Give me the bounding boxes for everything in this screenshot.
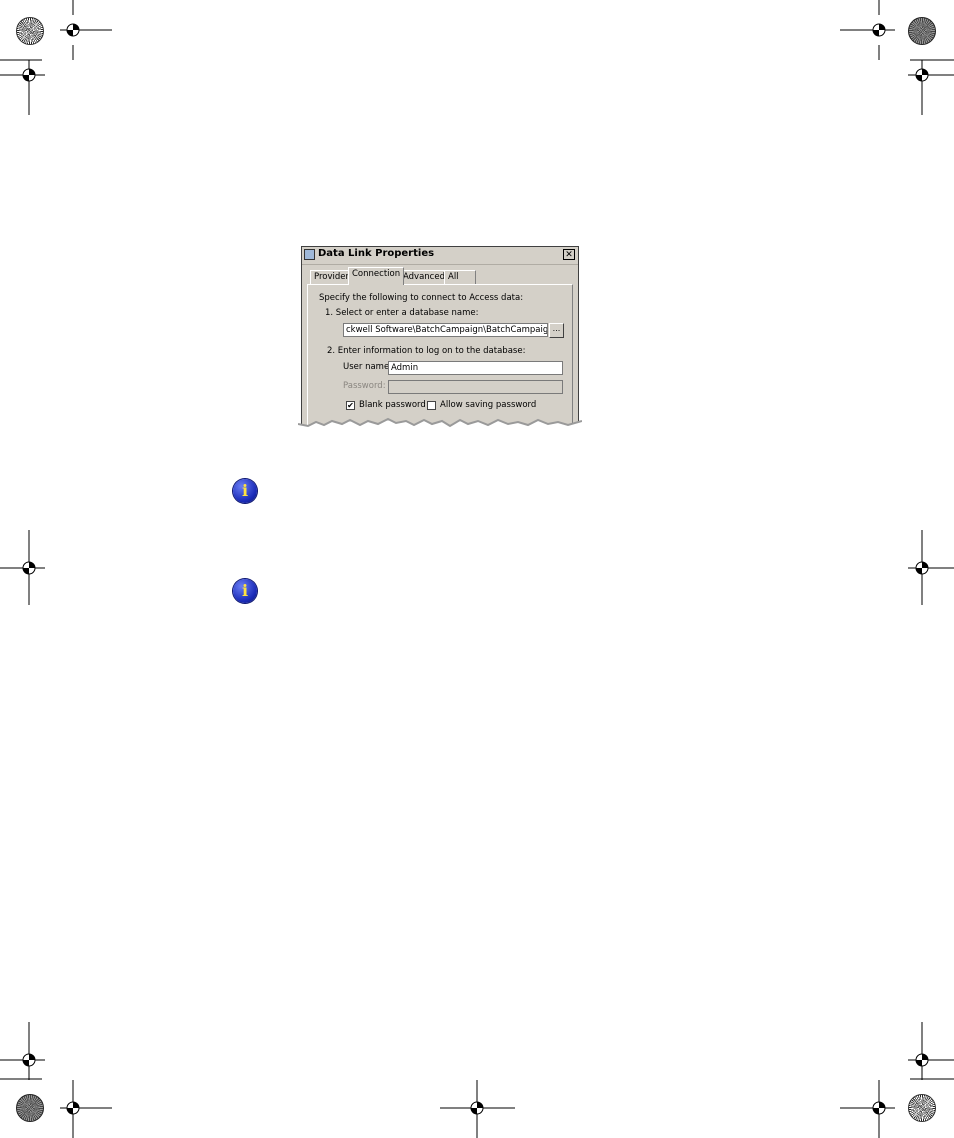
blank-password-label: Blank password xyxy=(359,400,426,410)
intro-text: Specify the following to connect to Acce… xyxy=(319,293,524,303)
torn-edge-effect xyxy=(298,417,582,438)
dialog-titlebar: Data Link Properties ✕ xyxy=(302,247,578,265)
tab-advanced[interactable]: Advanced xyxy=(399,270,449,284)
spiral-mark-icon xyxy=(16,17,44,45)
tab-connection[interactable]: Connection xyxy=(348,267,405,285)
password-input[interactable] xyxy=(388,380,563,394)
info-icon: i xyxy=(233,579,257,603)
spiral-mark-icon xyxy=(908,1094,936,1122)
allow-saving-password-checkbox[interactable] xyxy=(427,401,436,410)
info-icon: i xyxy=(233,479,257,503)
close-button[interactable]: ✕ xyxy=(563,249,575,260)
data-link-icon xyxy=(304,249,315,260)
data-link-properties-dialog: Data Link Properties ✕ Provider Connecti… xyxy=(301,246,579,432)
connection-panel: Specify the following to connect to Acce… xyxy=(307,284,573,431)
password-label: Password: xyxy=(343,381,386,391)
username-label: User name: xyxy=(343,362,393,372)
database-path-input[interactable]: ckwell Software\BatchCampaign\BatchCampa… xyxy=(343,323,548,337)
blank-password-checkbox[interactable]: ✔ xyxy=(346,401,355,410)
browse-button[interactable]: ... xyxy=(549,323,564,338)
spiral-mark-icon xyxy=(908,17,936,45)
step2-label: 2. Enter information to log on to the da… xyxy=(327,346,526,356)
tab-provider[interactable]: Provider xyxy=(310,270,353,284)
step1-label: 1. Select or enter a database name: xyxy=(325,308,479,318)
print-registration-marks xyxy=(0,0,954,1138)
spiral-mark-icon xyxy=(16,1094,44,1122)
username-input[interactable]: Admin xyxy=(388,361,563,375)
allow-saving-password-label: Allow saving password xyxy=(440,400,537,410)
dialog-title: Data Link Properties xyxy=(318,248,435,259)
tab-all[interactable]: All xyxy=(444,270,476,284)
